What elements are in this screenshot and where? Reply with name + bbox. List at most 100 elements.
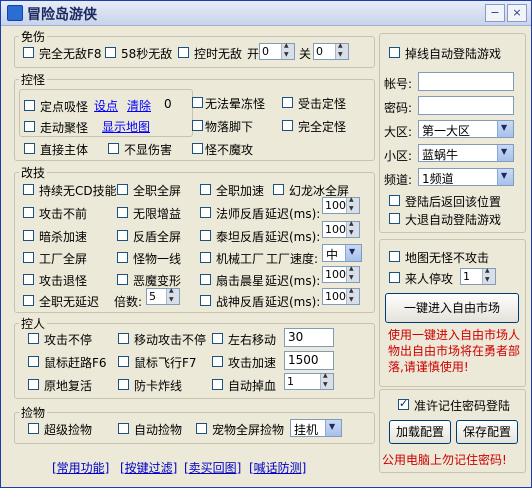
attack-nonstop-checkbox[interactable] bbox=[28, 333, 39, 344]
spinner-arrows-icon[interactable] bbox=[346, 265, 359, 282]
set-point-link[interactable]: 设点 bbox=[94, 97, 118, 114]
all-class-fullscreen-label: 全职全屏 bbox=[133, 184, 182, 198]
hit-fixed-checkbox[interactable] bbox=[282, 97, 293, 108]
rebound-fullscreen-checkbox[interactable] bbox=[117, 230, 128, 241]
subregion-value: 蓝蜗牛 bbox=[422, 148, 459, 162]
mech-factory-checkbox[interactable] bbox=[200, 252, 211, 263]
direct-hit-checkbox[interactable] bbox=[24, 143, 35, 154]
auto-pickup-checkbox[interactable] bbox=[118, 423, 129, 434]
subregion-select[interactable]: 蓝蜗牛 bbox=[418, 144, 514, 162]
chevron-down-icon[interactable] bbox=[497, 121, 513, 137]
account-input[interactable] bbox=[418, 72, 514, 91]
all-class-speedup-checkbox[interactable] bbox=[200, 184, 211, 195]
monster-line-checkbox[interactable] bbox=[117, 252, 128, 263]
auto-pickup-label: 自动捡物 bbox=[134, 423, 183, 437]
spinner-arrows-icon[interactable] bbox=[281, 42, 294, 59]
return-position-checkbox[interactable] bbox=[389, 195, 400, 206]
attack-speed-checkbox[interactable] bbox=[212, 356, 223, 367]
map-no-attack-checkbox[interactable] bbox=[389, 251, 400, 262]
timed-invincible-checkbox[interactable] bbox=[178, 47, 189, 58]
mouse-chase-checkbox[interactable] bbox=[28, 356, 39, 367]
mage-delay-spinner[interactable]: 100 bbox=[322, 196, 360, 214]
war-god-rebound-checkbox[interactable] bbox=[200, 295, 211, 306]
monster-no-attack-checkbox[interactable] bbox=[192, 143, 203, 154]
full-invincible-checkbox[interactable] bbox=[23, 47, 34, 58]
channel-select[interactable]: 1频道 bbox=[418, 168, 514, 186]
left-right-move-checkbox[interactable] bbox=[212, 333, 223, 344]
drop-under-feet-checkbox[interactable] bbox=[192, 120, 203, 131]
multiplier-spinner[interactable]: 5 bbox=[146, 287, 180, 305]
war-delay-spinner[interactable]: 100 bbox=[322, 287, 360, 305]
move-attack-nonstop-label: 移动攻击不停 bbox=[134, 333, 207, 347]
full-fixed-label: 完全定怪 bbox=[298, 120, 347, 134]
chevron-down-icon[interactable] bbox=[497, 145, 513, 161]
someone-stop-checkbox[interactable] bbox=[389, 272, 400, 283]
move-value-input[interactable]: 30 bbox=[284, 328, 334, 347]
allow-remember-checkbox[interactable] bbox=[398, 397, 409, 410]
chevron-down-icon[interactable] bbox=[345, 245, 361, 261]
shout-anti-detect-link[interactable]: [喊话防测] bbox=[249, 459, 306, 476]
spinner-arrows-icon[interactable] bbox=[346, 196, 359, 213]
multiplier-label: 倍数: bbox=[114, 295, 143, 309]
pickup-mode-select[interactable]: 挂机 bbox=[290, 419, 342, 437]
fan-delay-spinner[interactable]: 100 bbox=[322, 265, 360, 283]
taile-rebound-checkbox[interactable] bbox=[200, 230, 211, 241]
key-filter-link[interactable]: [按键过滤] bbox=[120, 459, 177, 476]
enter-market-button[interactable]: 一键进入自由市场 bbox=[385, 293, 519, 323]
chevron-down-icon[interactable] bbox=[325, 420, 341, 436]
mouse-fly-checkbox[interactable] bbox=[118, 356, 129, 367]
persistent-cd-checkbox[interactable] bbox=[23, 184, 34, 195]
full-fixed-checkbox[interactable] bbox=[282, 120, 293, 131]
no-forward-attack-checkbox[interactable] bbox=[23, 207, 34, 218]
mage-rebound-checkbox[interactable] bbox=[200, 207, 211, 218]
fixed-suction-checkbox[interactable] bbox=[24, 100, 35, 111]
pet-fullscreen-checkbox[interactable] bbox=[196, 423, 207, 434]
unlimited-buff-checkbox[interactable] bbox=[117, 207, 128, 218]
stop-value-spinner[interactable]: 1 bbox=[460, 267, 496, 285]
spinner-arrows-icon[interactable] bbox=[335, 42, 348, 59]
move-attack-nonstop-checkbox[interactable] bbox=[118, 333, 129, 344]
all-class-no-delay-checkbox[interactable] bbox=[23, 295, 34, 306]
walk-gather-checkbox[interactable] bbox=[24, 121, 35, 132]
show-map-link[interactable]: 显示地图 bbox=[102, 118, 150, 135]
close-button[interactable]: × bbox=[507, 4, 527, 22]
spinner-arrows-icon[interactable] bbox=[346, 287, 359, 304]
drop-under-feet-label: 物落脚下 bbox=[205, 120, 254, 134]
spinner-arrows-icon[interactable] bbox=[320, 372, 333, 389]
minimize-button[interactable]: − bbox=[485, 4, 505, 22]
common-functions-link[interactable]: [常用功能] bbox=[52, 459, 109, 476]
no-damage-display-checkbox[interactable] bbox=[108, 143, 119, 154]
spinner-arrows-icon[interactable] bbox=[346, 220, 359, 237]
sec58-invincible-checkbox[interactable] bbox=[105, 47, 116, 58]
revive-in-place-checkbox[interactable] bbox=[28, 379, 39, 390]
attack-retreat-checkbox[interactable] bbox=[23, 274, 34, 285]
fan-cloud-checkbox[interactable] bbox=[200, 274, 211, 285]
demon-transform-checkbox[interactable] bbox=[117, 274, 128, 285]
auto-drop-blood-checkbox[interactable] bbox=[212, 379, 223, 390]
speed-value-input[interactable]: 1500 bbox=[284, 351, 334, 370]
exit-relogin-checkbox[interactable] bbox=[389, 213, 400, 224]
taile-delay-spinner[interactable]: 100 bbox=[322, 220, 360, 238]
save-config-button[interactable]: 保存配置 bbox=[456, 420, 518, 444]
buy-sell-return-link[interactable]: [卖买回图] bbox=[184, 459, 241, 476]
region-select[interactable]: 第一大区 bbox=[418, 120, 514, 138]
phantom-ice-checkbox[interactable] bbox=[273, 184, 284, 195]
factory-speed-select[interactable]: 中 bbox=[322, 244, 362, 262]
chevron-down-icon[interactable] bbox=[497, 169, 513, 185]
factory-fullscreen-checkbox[interactable] bbox=[23, 252, 34, 263]
all-class-fullscreen-checkbox[interactable] bbox=[117, 184, 128, 195]
no-stun-checkbox[interactable] bbox=[192, 97, 203, 108]
spinner-arrows-icon[interactable] bbox=[166, 287, 179, 304]
load-config-button[interactable]: 加载配置 bbox=[389, 420, 451, 444]
off-time-spinner[interactable]: 0 bbox=[313, 42, 349, 60]
spinner-arrows-icon[interactable] bbox=[482, 267, 495, 284]
password-input[interactable] bbox=[418, 96, 514, 115]
auto-relogin-checkbox[interactable] bbox=[389, 47, 400, 58]
clear-link[interactable]: 清除 bbox=[127, 97, 151, 114]
mage-delay-value: 100 bbox=[325, 199, 346, 212]
anti-lag-checkbox[interactable] bbox=[118, 379, 129, 390]
dark-attack-speed-checkbox[interactable] bbox=[23, 230, 34, 241]
super-pickup-checkbox[interactable] bbox=[28, 423, 39, 434]
blood-value-spinner[interactable]: 1 bbox=[284, 372, 334, 390]
on-time-spinner[interactable]: 0 bbox=[259, 42, 295, 60]
